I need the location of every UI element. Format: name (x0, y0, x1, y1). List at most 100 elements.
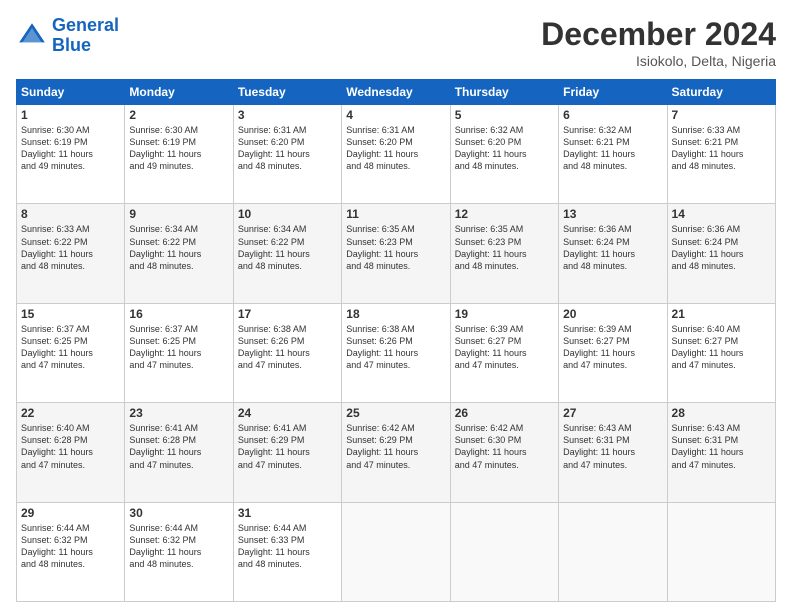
logo-text: General Blue (52, 16, 119, 56)
day-number: 31 (238, 506, 337, 520)
day-number: 21 (672, 307, 771, 321)
calendar-cell: 13Sunrise: 6:36 AMSunset: 6:24 PMDayligh… (559, 204, 667, 303)
weekday-tuesday: Tuesday (233, 80, 341, 105)
calendar-cell (342, 502, 450, 601)
day-number: 8 (21, 207, 120, 221)
day-number: 26 (455, 406, 554, 420)
day-number: 4 (346, 108, 445, 122)
day-info: Sunrise: 6:42 AMSunset: 6:29 PMDaylight:… (346, 422, 445, 471)
day-info: Sunrise: 6:37 AMSunset: 6:25 PMDaylight:… (129, 323, 228, 372)
week-row-1: 1 Sunrise: 6:30 AMSunset: 6:19 PMDaylight… (17, 105, 776, 204)
day-info: Sunrise: 6:32 AMSunset: 6:21 PMDaylight:… (563, 124, 662, 173)
calendar-cell (450, 502, 558, 601)
weekday-header-row: SundayMondayTuesdayWednesdayThursdayFrid… (17, 80, 776, 105)
day-info: Sunrise: 6:40 AMSunset: 6:28 PMDaylight:… (21, 422, 120, 471)
title-block: December 2024 Isiokolo, Delta, Nigeria (541, 16, 776, 69)
day-info: Sunrise: 6:43 AMSunset: 6:31 PMDaylight:… (563, 422, 662, 471)
calendar-cell: 17 Sunrise: 6:38 AMSunset: 6:26 PMDayligh… (233, 303, 341, 402)
day-info: Sunrise: 6:41 AMSunset: 6:28 PMDaylight:… (129, 422, 228, 471)
day-info: Sunrise: 6:36 AMSunset: 6:24 PMDaylight:… (563, 223, 662, 272)
calendar-cell: 16 Sunrise: 6:37 AMSunset: 6:25 PMDayligh… (125, 303, 233, 402)
week-row-3: 15 Sunrise: 6:37 AMSunset: 6:25 PMDayligh… (17, 303, 776, 402)
calendar-cell: 28Sunrise: 6:43 AMSunset: 6:31 PMDayligh… (667, 403, 775, 502)
day-info: Sunrise: 6:38 AMSunset: 6:26 PMDaylight:… (238, 323, 337, 372)
day-number: 9 (129, 207, 228, 221)
calendar-cell: 26 Sunrise: 6:42 AMSunset: 6:30 PMDayligh… (450, 403, 558, 502)
day-info: Sunrise: 6:32 AMSunset: 6:20 PMDaylight:… (455, 124, 554, 173)
day-info: Sunrise: 6:33 AMSunset: 6:22 PMDaylight:… (21, 223, 120, 272)
day-info: Sunrise: 6:40 AMSunset: 6:27 PMDaylight:… (672, 323, 771, 372)
calendar-cell: 4 Sunrise: 6:31 AMSunset: 6:20 PMDaylight… (342, 105, 450, 204)
calendar-cell: 23Sunrise: 6:41 AMSunset: 6:28 PMDayligh… (125, 403, 233, 502)
calendar-cell: 30 Sunrise: 6:44 AMSunset: 6:32 PMDayligh… (125, 502, 233, 601)
calendar-cell: 22 Sunrise: 6:40 AMSunset: 6:28 PMDayligh… (17, 403, 125, 502)
calendar-cell: 3Sunrise: 6:31 AMSunset: 6:20 PMDaylight… (233, 105, 341, 204)
week-row-2: 8 Sunrise: 6:33 AMSunset: 6:22 PMDaylight… (17, 204, 776, 303)
day-info: Sunrise: 6:31 AMSunset: 6:20 PMDaylight:… (346, 124, 445, 173)
weekday-monday: Monday (125, 80, 233, 105)
calendar-cell: 5 Sunrise: 6:32 AMSunset: 6:20 PMDaylight… (450, 105, 558, 204)
calendar-cell: 12 Sunrise: 6:35 AMSunset: 6:23 PMDayligh… (450, 204, 558, 303)
day-info: Sunrise: 6:44 AMSunset: 6:33 PMDaylight:… (238, 522, 337, 571)
calendar-cell: 31 Sunrise: 6:44 AMSunset: 6:33 PMDayligh… (233, 502, 341, 601)
weekday-saturday: Saturday (667, 80, 775, 105)
day-info: Sunrise: 6:44 AMSunset: 6:32 PMDaylight:… (129, 522, 228, 571)
day-info: Sunrise: 6:34 AMSunset: 6:22 PMDaylight:… (129, 223, 228, 272)
day-number: 10 (238, 207, 337, 221)
day-number: 19 (455, 307, 554, 321)
day-number: 7 (672, 108, 771, 122)
logo-general: General (52, 15, 119, 35)
day-number: 11 (346, 207, 445, 221)
location: Isiokolo, Delta, Nigeria (541, 53, 776, 69)
day-number: 29 (21, 506, 120, 520)
day-number: 1 (21, 108, 120, 122)
day-number: 16 (129, 307, 228, 321)
day-info: Sunrise: 6:33 AMSunset: 6:21 PMDaylight:… (672, 124, 771, 173)
weekday-friday: Friday (559, 80, 667, 105)
day-number: 12 (455, 207, 554, 221)
calendar-cell: 10 Sunrise: 6:34 AMSunset: 6:22 PMDayligh… (233, 204, 341, 303)
calendar-cell: 19Sunrise: 6:39 AMSunset: 6:27 PMDayligh… (450, 303, 558, 402)
calendar-cell: 2Sunrise: 6:30 AMSunset: 6:19 PMDaylight… (125, 105, 233, 204)
day-info: Sunrise: 6:35 AMSunset: 6:23 PMDaylight:… (346, 223, 445, 272)
calendar-cell: 18 Sunrise: 6:38 AMSunset: 6:26 PMDayligh… (342, 303, 450, 402)
day-info: Sunrise: 6:35 AMSunset: 6:23 PMDaylight:… (455, 223, 554, 272)
calendar-cell: 7 Sunrise: 6:33 AMSunset: 6:21 PMDaylight… (667, 105, 775, 204)
day-info: Sunrise: 6:38 AMSunset: 6:26 PMDaylight:… (346, 323, 445, 372)
header: General Blue December 2024 Isiokolo, Del… (16, 16, 776, 69)
day-number: 2 (129, 108, 228, 122)
calendar-cell: 11 Sunrise: 6:35 AMSunset: 6:23 PMDayligh… (342, 204, 450, 303)
calendar-cell: 15Sunrise: 6:37 AMSunset: 6:25 PMDayligh… (17, 303, 125, 402)
day-info: Sunrise: 6:41 AMSunset: 6:29 PMDaylight:… (238, 422, 337, 471)
logo-icon (16, 20, 48, 52)
day-info: Sunrise: 6:31 AMSunset: 6:20 PMDaylight:… (238, 124, 337, 173)
day-number: 28 (672, 406, 771, 420)
calendar-cell: 24Sunrise: 6:41 AMSunset: 6:29 PMDayligh… (233, 403, 341, 502)
calendar-table: SundayMondayTuesdayWednesdayThursdayFrid… (16, 79, 776, 602)
day-number: 15 (21, 307, 120, 321)
calendar-cell: 1 Sunrise: 6:30 AMSunset: 6:19 PMDaylight… (17, 105, 125, 204)
calendar-cell: 29Sunrise: 6:44 AMSunset: 6:32 PMDayligh… (17, 502, 125, 601)
month-title: December 2024 (541, 16, 776, 53)
calendar-cell: 21 Sunrise: 6:40 AMSunset: 6:27 PMDayligh… (667, 303, 775, 402)
weekday-sunday: Sunday (17, 80, 125, 105)
day-number: 20 (563, 307, 662, 321)
weekday-wednesday: Wednesday (342, 80, 450, 105)
day-info: Sunrise: 6:36 AMSunset: 6:24 PMDaylight:… (672, 223, 771, 272)
logo-blue: Blue (52, 35, 91, 55)
day-number: 17 (238, 307, 337, 321)
calendar-cell (559, 502, 667, 601)
week-row-4: 22 Sunrise: 6:40 AMSunset: 6:28 PMDayligh… (17, 403, 776, 502)
calendar-cell: 6Sunrise: 6:32 AMSunset: 6:21 PMDaylight… (559, 105, 667, 204)
calendar-cell: 14Sunrise: 6:36 AMSunset: 6:24 PMDayligh… (667, 204, 775, 303)
day-number: 5 (455, 108, 554, 122)
day-number: 30 (129, 506, 228, 520)
day-number: 22 (21, 406, 120, 420)
day-info: Sunrise: 6:30 AMSunset: 6:19 PMDaylight:… (21, 124, 120, 173)
page: General Blue December 2024 Isiokolo, Del… (0, 0, 792, 612)
day-info: Sunrise: 6:34 AMSunset: 6:22 PMDaylight:… (238, 223, 337, 272)
day-number: 18 (346, 307, 445, 321)
logo: General Blue (16, 16, 119, 56)
weekday-thursday: Thursday (450, 80, 558, 105)
day-info: Sunrise: 6:42 AMSunset: 6:30 PMDaylight:… (455, 422, 554, 471)
